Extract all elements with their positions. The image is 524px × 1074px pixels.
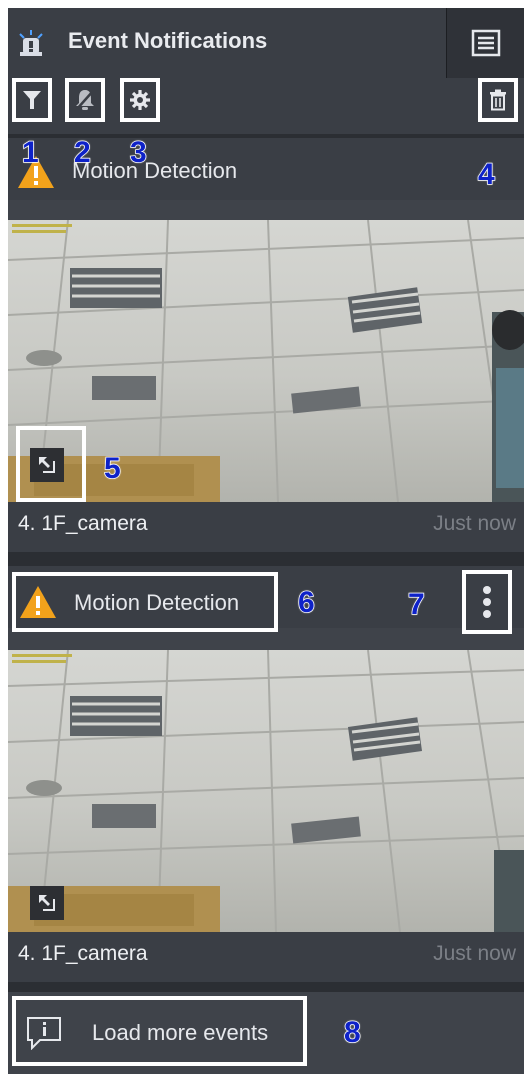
load-more-button[interactable]: Load more events — [12, 996, 307, 1066]
event-type-label: Motion Detection — [74, 590, 240, 615]
bell-off-icon — [76, 90, 94, 110]
camera-name: 4. 1F_camera — [18, 942, 148, 965]
list-menu-icon — [471, 29, 501, 57]
annotation-number: 8 — [343, 1015, 361, 1050]
annotation-number: 5 — [103, 451, 121, 486]
annotation-number: 7 — [407, 587, 425, 622]
resize-arrow-icon — [39, 895, 55, 911]
event-time: Just now — [433, 942, 516, 965]
annotation-number: 4 — [477, 157, 495, 192]
gear-icon — [130, 90, 150, 110]
mute-button[interactable] — [65, 78, 105, 122]
warning-icon — [20, 586, 56, 618]
annotation-highlight — [16, 426, 86, 502]
alarm-bell-icon — [19, 30, 43, 56]
divider — [8, 552, 524, 566]
settings-button[interactable] — [120, 78, 160, 122]
load-more-label: Load more events — [92, 1020, 269, 1045]
more-vert-icon — [483, 586, 491, 618]
filter-button[interactable] — [12, 78, 52, 122]
panel-header: Event Notifications — [8, 8, 524, 78]
event-type-label: Motion Detection — [72, 158, 238, 183]
filter-icon — [23, 91, 41, 109]
page-title: Event Notifications — [68, 28, 268, 53]
info-message-icon — [27, 1017, 61, 1050]
fit-screen-button[interactable] — [30, 886, 64, 920]
event-time: Just now — [433, 512, 516, 535]
event-header: Motion Detection — [8, 566, 524, 634]
event-notifications-panel: Event Notifications Motion Detection 4. … — [8, 8, 524, 1074]
event-footer: 4. 1F_camera Just now — [8, 502, 524, 552]
event-footer: 4. 1F_camera Just now — [8, 932, 524, 982]
annotation-number: 3 — [129, 135, 147, 170]
divider — [8, 982, 524, 992]
toolbar — [8, 78, 524, 134]
annotation-number: 1 — [21, 135, 39, 170]
more-options-button[interactable] — [462, 570, 512, 634]
camera-name: 4. 1F_camera — [18, 512, 148, 535]
menu-button[interactable] — [446, 8, 524, 78]
annotation-number: 6 — [297, 585, 315, 620]
annotation-highlight — [470, 80, 516, 130]
snapshot-image — [8, 650, 524, 932]
event-snapshot[interactable] — [8, 650, 524, 932]
annotation-number: 2 — [73, 135, 91, 170]
